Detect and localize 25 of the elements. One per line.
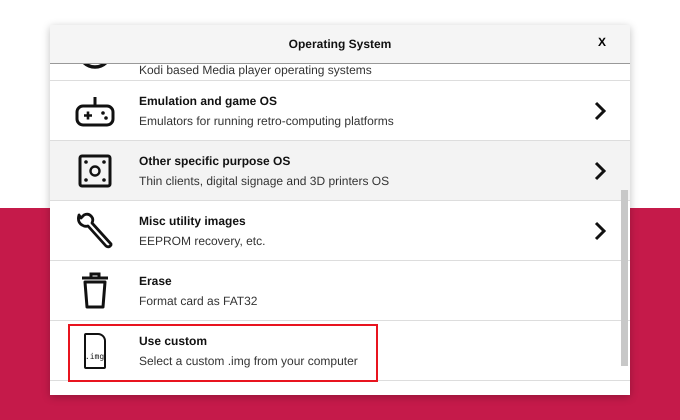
scrollbar[interactable] [621,190,628,366]
os-list-item[interactable]: .img Use custom Select a custom .img from your computer [50,321,630,381]
item-title: Emulation and game OS [139,94,278,108]
item-title: Erase [139,274,173,288]
item-title: Misc utility images [139,214,247,228]
item-description: Format card as FAT32 [139,294,258,308]
item-description: Emulators for running retro-computing platforms [139,114,395,128]
item-description: Kodi based Media player operating systems [139,64,373,77]
item-description: Select a custom .img from your computer [139,354,359,368]
item-description: EEPROM recovery, etc. [139,234,266,248]
item-title: Use custom [139,334,208,348]
item-description: Thin clients, digital signage and 3D printers OS [139,174,390,188]
item-title: Other specific purpose OS [139,154,292,168]
wrench-icon [76,212,114,250]
os-list-item[interactable]: Other specific purpose OS Thin clients, digital signage and 3D printers OS [50,141,630,201]
trash-icon [80,272,110,310]
board-icon [78,154,112,188]
os-list-item[interactable]: Erase Format card as FAT32 [50,261,630,321]
file-icon: .img [84,332,106,368]
dialog-title: Operating System [288,37,392,51]
os-list-item[interactable]: Kodi based Media player operating systems [50,64,630,81]
close-button[interactable]: X [598,35,606,49]
gamepad-icon [74,94,114,126]
os-list-item[interactable]: Emulation and game OS Emulators for running retro-computing platforms [50,81,630,141]
os-list-item[interactable]: Misc utility images EEPROM recovery, etc. [50,201,630,261]
